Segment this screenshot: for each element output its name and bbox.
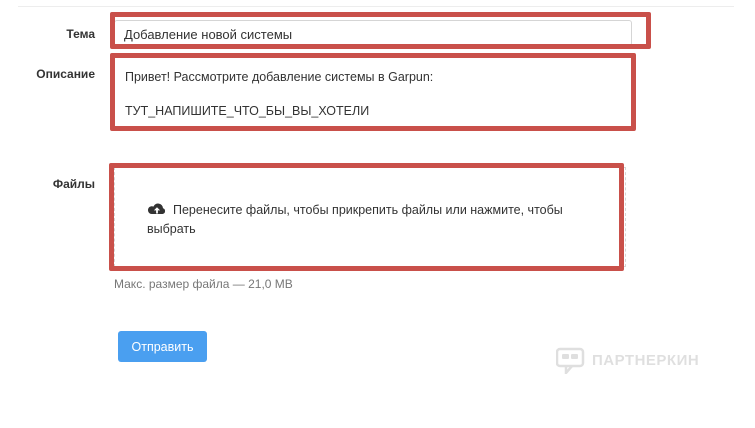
cloud-upload-icon [147,203,166,214]
file-dropzone[interactable]: Перенесите файлы, чтобы прикрепить файлы… [114,167,626,267]
description-label: Описание [36,67,95,81]
subject-label: Тема [66,27,95,41]
watermark: ПАРТНЕРКИН [556,346,699,374]
submit-button[interactable]: Отправить [118,331,207,362]
dropzone-content: Перенесите файлы, чтобы прикрепить файлы… [147,201,587,239]
description-line-2: ТУТ_НАПИШИТЕ_ЧТО_БЫ_ВЫ_ХОТЕЛИ [125,104,370,118]
description-textarea[interactable]: Привет! Рассмотрите добавление системы в… [114,56,632,128]
files-label: Файлы [52,177,95,191]
max-file-size-hint: Макс. размер файла — 21,0 MB [114,277,293,291]
subject-input[interactable]: Добавление новой системы [114,20,632,46]
description-line-1: Привет! Рассмотрите добавление системы в… [125,70,434,84]
dropzone-text: Перенесите файлы, чтобы прикрепить файлы… [147,203,563,236]
watermark-text: ПАРТНЕРКИН [592,351,700,369]
top-divider [18,6,734,7]
watermark-logo-icon [556,347,585,374]
